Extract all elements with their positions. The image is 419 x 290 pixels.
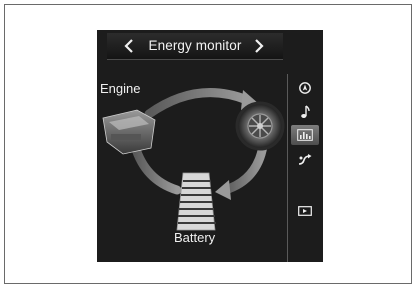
side-menu xyxy=(287,74,323,262)
music-note-icon xyxy=(301,105,310,118)
wheel-graphic xyxy=(235,101,285,151)
flow-arrowhead-wheel-to-battery xyxy=(215,180,231,200)
next-screen-button[interactable] xyxy=(247,34,273,58)
side-button-fuel-consumption[interactable] xyxy=(291,150,319,170)
side-button-energy-monitor[interactable] xyxy=(291,125,319,145)
side-button-screen-toggle[interactable] xyxy=(291,201,319,221)
side-button-navigation[interactable] xyxy=(291,78,319,98)
battery-label: Battery xyxy=(174,230,216,245)
flow-arrow-battery-to-engine xyxy=(130,141,182,195)
fuel-consumption-icon xyxy=(298,154,312,165)
chevron-right-icon xyxy=(255,39,264,53)
screen-header: Energy monitor xyxy=(107,33,283,60)
flow-arrow-wheel-to-battery xyxy=(220,141,268,195)
engine-label: Engine xyxy=(100,81,141,96)
side-button-audio[interactable] xyxy=(291,102,319,122)
battery-graphic xyxy=(176,172,216,231)
flow-arrow-engine-to-wheel xyxy=(144,88,252,119)
screen-toggle-icon xyxy=(298,206,312,216)
energy-monitor-icon xyxy=(297,129,313,141)
engine-graphic xyxy=(102,109,156,155)
navigation-icon xyxy=(299,82,311,94)
energy-monitor-screen: Energy monitor Engine Battery xyxy=(97,30,323,262)
